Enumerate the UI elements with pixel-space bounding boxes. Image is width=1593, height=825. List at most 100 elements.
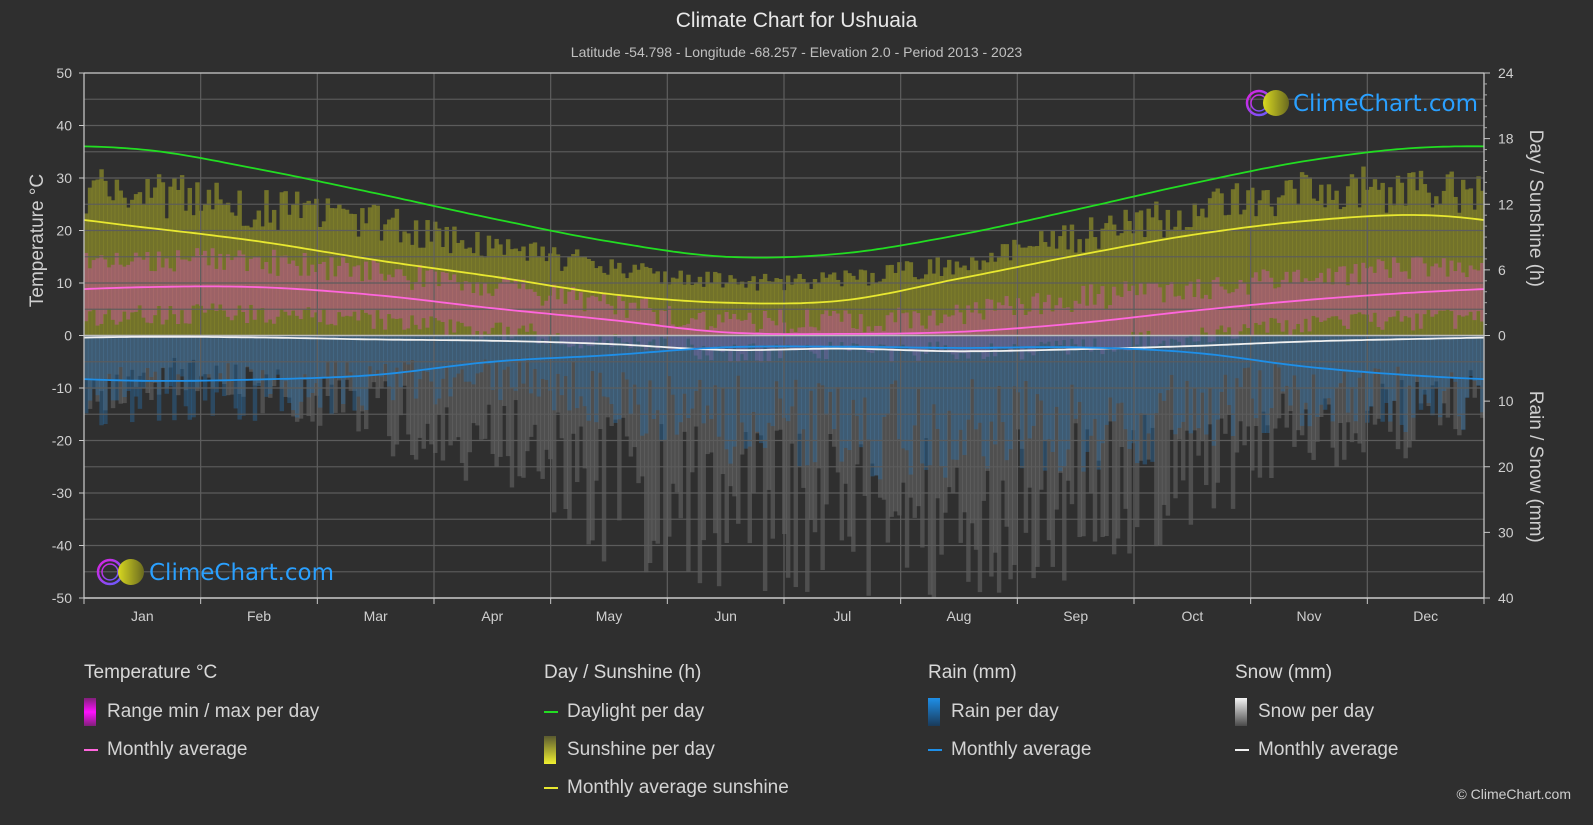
rain-day-bar (1042, 335, 1048, 471)
sunshine-day-bar (1426, 192, 1431, 336)
sunshine-day-bar (360, 208, 365, 336)
temp-range-day-bar (1361, 262, 1366, 315)
rain-day-bar (778, 335, 783, 399)
rain-day-bar (1407, 335, 1412, 386)
right-bottom-tick-label: 40 (1498, 590, 1514, 606)
temp-range-day-bar (1215, 277, 1220, 330)
temp-range-day-bar (1138, 282, 1144, 333)
temp-range-day-bar (1211, 279, 1217, 342)
rain-day-bar (981, 335, 986, 457)
rain-day-bar (847, 335, 852, 451)
rain-day-bar (225, 335, 231, 364)
rain-day-bar (153, 335, 158, 372)
rain-day-bar (1008, 335, 1013, 450)
rain-day-bar (114, 335, 120, 401)
x-tick-label: Aug (947, 608, 972, 624)
temp-range-day-bar (1368, 266, 1374, 322)
temp-range-day-bar (413, 282, 419, 325)
temp-range-day-bar (463, 281, 469, 327)
temp-range-day-bar (1284, 271, 1289, 321)
temp-range-day-bar (1388, 277, 1393, 318)
rain-day-bar (126, 335, 131, 391)
rain-day-bar (241, 335, 246, 416)
legend-item: Rain per day (928, 698, 1091, 726)
temp-range-day-bar (87, 268, 93, 312)
rain-day-bar (812, 335, 818, 463)
temp-range-day-bar (302, 252, 308, 310)
rain-day-bar (364, 335, 369, 411)
temp-range-day-bar (525, 289, 530, 332)
temp-range-day-bar (122, 266, 127, 312)
temp-range-day-bar (425, 270, 430, 328)
rain-day-bar (1035, 335, 1040, 395)
rain-day-bar (160, 335, 166, 368)
temp-range-day-bar (1223, 289, 1228, 333)
temp-range-day-bar (1357, 284, 1362, 313)
temp-range-swatch (84, 698, 96, 726)
temp-range-day-bar (1046, 294, 1052, 342)
rain-day-bar (816, 335, 822, 384)
x-tick-label: Mar (364, 608, 388, 624)
rain-day-bar (670, 335, 676, 395)
rain-day-bar (900, 335, 906, 449)
sunshine-day-bar (713, 271, 718, 336)
rain-day-bar (471, 335, 476, 385)
rain-day-bar (164, 335, 169, 394)
rain-day-bar (271, 335, 277, 380)
temp-range-day-bar (1276, 287, 1282, 323)
temp-range-day-bar (1319, 272, 1324, 322)
rain-day-bar (256, 335, 262, 387)
x-tick-label: Jun (714, 608, 737, 624)
sunshine-day-bar (1468, 188, 1474, 336)
temp-range-day-bar (1242, 282, 1247, 325)
right-top-tick-label: 18 (1498, 131, 1514, 147)
temp-range-day-bar (444, 272, 449, 336)
rain-day-bar (1204, 335, 1209, 435)
rain-day-bar (759, 335, 764, 444)
temp-range-day-bar (1269, 277, 1274, 318)
rain-day-bar (452, 335, 457, 378)
rain-day-bar (268, 335, 273, 394)
temp-range-day-bar (252, 257, 258, 320)
temp-range-day-bar (1342, 266, 1347, 326)
sunshine-day-bar (1395, 175, 1401, 336)
temp-range-day-bar (214, 268, 219, 311)
rain-day-bar (279, 335, 285, 412)
right-bottom-axis-title: Rain / Snow (mm) (1525, 391, 1546, 543)
rain-day-bar (1422, 335, 1428, 395)
rain-day-bar (889, 335, 894, 385)
rain-day-bar (1150, 335, 1155, 462)
rain-day-bar (517, 335, 522, 359)
rain-day-bar (118, 335, 123, 368)
rain-day-bar (1472, 335, 1477, 381)
legend-label: Range min / max per day (107, 701, 320, 722)
temp-range-day-bar (344, 262, 350, 316)
temp-range-day-bar (459, 290, 465, 323)
sunshine-day-bar (214, 182, 219, 336)
rain-day-bar (191, 335, 196, 418)
rain-day-bar (168, 335, 173, 387)
temp-range-day-bar (91, 260, 97, 310)
rain-day-bar (647, 335, 653, 381)
rain-day-bar (222, 335, 227, 397)
temp-range-day-bar (268, 273, 273, 320)
temp-range-day-bar (1407, 278, 1412, 318)
right-bottom-tick-label: 30 (1498, 524, 1514, 540)
temp-range-day-bar (1326, 268, 1332, 318)
temp-range-day-bar (394, 269, 400, 319)
temp-range-day-bar (1219, 286, 1224, 326)
rain-day-bar (375, 335, 380, 371)
rain-day-bar (310, 335, 315, 393)
temp-range-day-bar (156, 251, 162, 307)
temp-range-day-bar (199, 255, 204, 306)
rain-day-bar (1426, 335, 1431, 404)
rain-day-bar (943, 335, 948, 478)
temp-range-day-bar (1265, 271, 1270, 333)
legend-item: Sunshine per day (544, 736, 789, 764)
rain-day-bar (762, 335, 768, 448)
temp-range-day-bar (218, 253, 223, 305)
temp-range-day-bar (160, 267, 166, 325)
temp-range-day-bar (528, 289, 534, 324)
sunshine-day-bar (705, 271, 710, 336)
rain-day-bar (1019, 335, 1025, 469)
